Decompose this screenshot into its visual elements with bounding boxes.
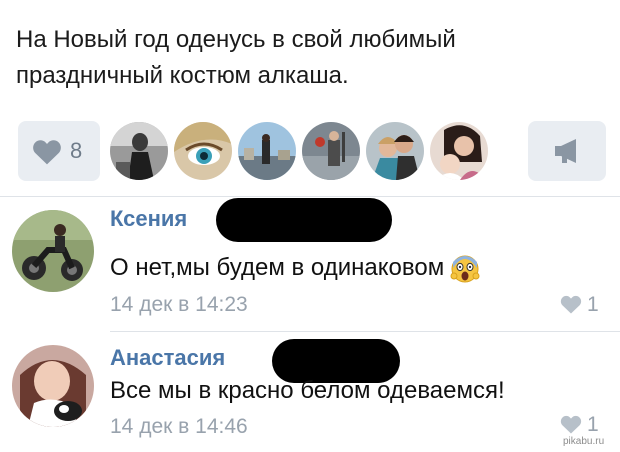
heart-icon [560,415,582,434]
liker-avatar-6[interactable] [430,122,488,180]
comment-avatar[interactable] [12,345,94,427]
comment-like-button[interactable]: 1 [560,412,606,438]
comment-text: О нет,мы будем в одинаковом [110,253,480,284]
comment-date[interactable]: 14 дек в 14:46 [110,414,248,440]
comment-like-count: 1 [587,413,599,436]
comment-like-count: 1 [587,293,599,316]
comment-text-content: О нет,мы будем в одинаковом [110,254,445,281]
comment-author[interactable]: Анастасия [110,345,225,371]
comment-author[interactable]: Ксения [110,206,187,232]
post-text: На Новый год оденусь в свой любимый праз… [16,22,606,94]
megaphone-icon [555,139,576,163]
liker-avatar-1[interactable] [110,122,168,180]
liker-avatar-2[interactable] [174,122,232,180]
like-count: 8 [70,138,83,163]
comment-avatar[interactable] [12,210,94,292]
comment-like-button[interactable]: 1 [560,292,606,318]
heart-icon [33,140,61,165]
comment-divider [110,331,620,332]
redacted-surname [216,198,392,242]
like-button[interactable]: 8 [18,121,100,181]
scream-emoji [450,255,480,283]
comment-text: Все мы в красно белом одеваемся! [110,376,505,406]
comment-text-content: Все мы в красно белом одеваемся! [110,377,505,404]
liker-avatar-5[interactable] [366,122,424,180]
post-text-line-2: праздничный костюм алкаша. [16,62,349,89]
watermark: pikabu.ru [563,436,605,447]
comment-date[interactable]: 14 дек в 14:23 [110,292,248,318]
liker-avatar-4[interactable] [302,122,360,180]
share-button[interactable] [528,121,606,181]
comments-divider [0,196,620,197]
heart-icon [560,295,582,314]
liker-avatar-3[interactable] [238,122,296,180]
post-text-line-1: На Новый год оденусь в свой любимый [16,26,456,53]
